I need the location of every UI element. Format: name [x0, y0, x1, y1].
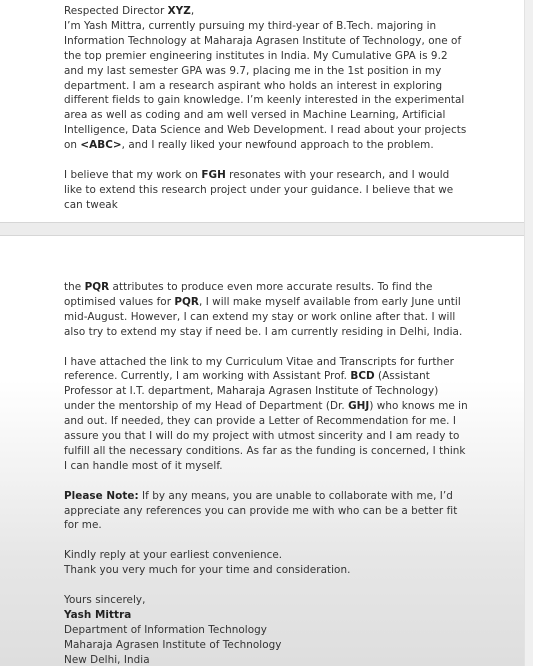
reply-line: Kindly reply at your earliest convenienc… — [64, 549, 283, 562]
professor-name: BCD — [350, 370, 375, 383]
signature-block: Yours sincerely, Yash Mittra Department of… — [52, 593, 470, 666]
fgh-text: I believe that my work on — [64, 168, 202, 181]
note-paragraph: Please Note: If by any means, you are un… — [52, 489, 470, 534]
scrollbar-track[interactable] — [524, 0, 533, 666]
salutation-comma: , — [190, 5, 195, 17]
salutation-prefix: Respected Director — [64, 5, 168, 17]
hod-name: GHJ — [348, 400, 370, 413]
page-break — [0, 222, 525, 236]
sender-name: Yash Mittra — [64, 608, 132, 621]
sender-institute: Maharaja Agrasen Institute of Technology — [64, 638, 282, 651]
intro-paragraph: I’m Yash Mittra, currently pursuing my t… — [52, 19, 470, 153]
letter-page-2: the PQR attributes to produce even more … — [52, 280, 470, 666]
closing-line: Yours sincerely, — [64, 593, 146, 606]
cv-paragraph: I have attached the link to my Curriculu… — [52, 355, 470, 474]
pqr-highlight: PQR — [84, 281, 110, 293]
pqr-paragraph: the PQR attributes to produce even more … — [52, 280, 470, 340]
salutation-name: XYZ — [167, 5, 191, 17]
sender-city: New Delhi, India — [64, 653, 150, 666]
fgh-paragraph: I believe that my work on FGH resonates … — [52, 168, 470, 213]
thanks-line: Thank you very much for your time and co… — [64, 564, 351, 577]
sender-department: Department of Information Technology — [64, 623, 267, 636]
intro-text: I’m Yash Mittra, currently pursuing my t… — [64, 19, 467, 152]
letter-page-1: Respected Director XYZ, I’m Yash Mittra,… — [52, 0, 470, 228]
pqr-text: the — [64, 281, 85, 293]
fgh-highlight: FGH — [201, 168, 226, 181]
closing-paragraph: Kindly reply at your earliest convenienc… — [52, 548, 470, 578]
document-viewer[interactable]: Respected Director XYZ, I’m Yash Mittra,… — [0, 0, 533, 666]
note-label: Please Note: — [64, 489, 139, 502]
pqr-highlight-2: PQR — [174, 295, 199, 308]
project-placeholder: <ABC> — [80, 139, 122, 152]
salutation: Respected Director XYZ, — [52, 4, 470, 19]
intro-text-end: , and I really liked your newfound appro… — [121, 139, 434, 152]
